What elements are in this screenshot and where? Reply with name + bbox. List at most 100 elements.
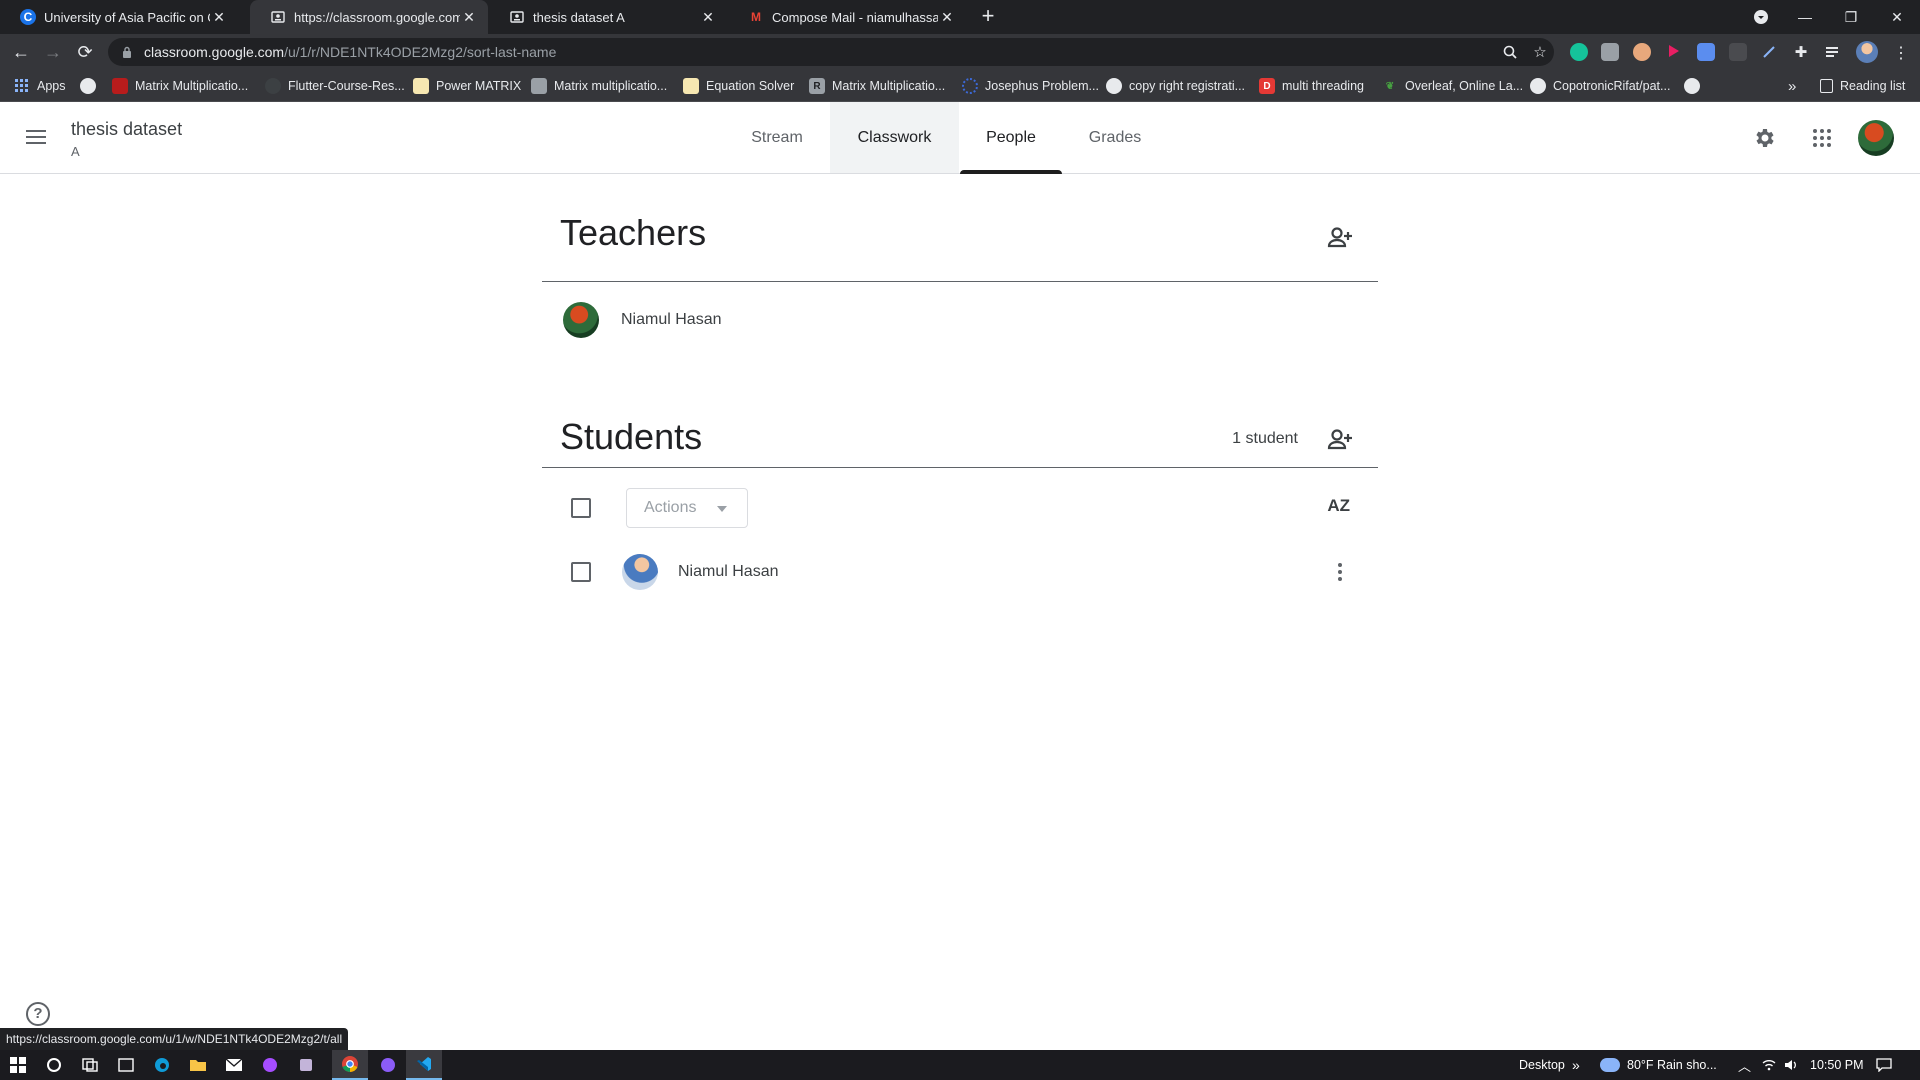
tab-compose-mail[interactable]: M Compose Mail - niamulhassan64 ✕	[728, 0, 966, 34]
zoom-icon[interactable]	[1496, 38, 1524, 66]
student-name: Niamul Hasan	[678, 563, 779, 580]
github-desktop-icon[interactable]	[370, 1050, 406, 1080]
settings-gear-icon[interactable]	[1751, 124, 1779, 152]
invite-student-icon[interactable]	[1326, 426, 1354, 454]
close-icon[interactable]: ✕	[938, 9, 956, 26]
students-header: Students 1 student	[542, 394, 1378, 468]
bookmark-star-icon[interactable]: ☆	[1526, 38, 1554, 66]
task-view-icon[interactable]	[72, 1050, 108, 1080]
messenger-icon[interactable]	[252, 1050, 288, 1080]
bookmark-matrix-mult-1[interactable]: Matrix Multiplicatio...	[112, 70, 248, 102]
tab-title: thesis dataset A	[533, 9, 625, 25]
student-row[interactable]: Niamul Hasan	[542, 544, 1378, 600]
bookmark-favicon-icon: D	[1259, 78, 1275, 94]
tab-stream[interactable]: Stream	[730, 102, 824, 173]
tab-classwork[interactable]: Classwork	[830, 102, 959, 173]
teacher-row[interactable]: Niamul Hasan	[542, 292, 1378, 348]
overleaf-leaf-icon: ❦	[1385, 80, 1395, 92]
bookmark-globe[interactable]	[80, 70, 103, 102]
reading-list-button[interactable]: Reading list	[1820, 70, 1905, 102]
back-arrow-icon[interactable]: ←	[8, 39, 34, 65]
media-queue-icon[interactable]	[1824, 43, 1842, 61]
pen-extension-icon[interactable]	[1760, 43, 1778, 61]
bookmark-apps[interactable]: Apps	[14, 70, 66, 102]
bookmark-matrix-mult-3[interactable]: R Matrix Multiplicatio...	[809, 70, 945, 102]
file-explorer-icon[interactable]	[180, 1050, 216, 1080]
address-bar[interactable]: classroom.google.com/u/1/r/NDE1NTk4ODE2M…	[108, 38, 1554, 66]
calculator-icon[interactable]	[108, 1050, 144, 1080]
class-name[interactable]: thesis dataset	[71, 119, 182, 140]
invite-teacher-icon[interactable]	[1326, 224, 1354, 252]
globe-icon	[1684, 78, 1700, 94]
actions-label: Actions	[644, 499, 697, 516]
bookmark-matrix-mult-2[interactable]: Matrix multiplicatio...	[531, 70, 667, 102]
tab-university[interactable]: C University of Asia Pacific on Cou ✕	[0, 0, 238, 34]
app-icon[interactable]	[288, 1050, 324, 1080]
screen-extension-icon[interactable]	[1729, 43, 1747, 61]
bookmark-josephus[interactable]: Josephus Problem...	[962, 70, 1099, 102]
tab-thesis-dataset[interactable]: thesis dataset A ✕	[489, 0, 727, 34]
student-count: 1 student	[1232, 430, 1298, 447]
edge-browser-icon[interactable]	[144, 1050, 180, 1080]
show-hidden-icons-chevron-icon[interactable]: ︿	[1738, 1050, 1751, 1080]
bookmarks-overflow-button[interactable]: »	[1788, 70, 1796, 102]
close-icon[interactable]: ✕	[460, 9, 478, 26]
camera-extension-icon[interactable]	[1601, 43, 1619, 61]
student-checkbox[interactable]	[571, 562, 591, 582]
url-path: /u/1/r/NDE1NTk4ODE2Mzg2/sort-last-name	[284, 44, 557, 60]
download-extension-icon[interactable]	[1697, 43, 1715, 61]
grammarly-extension-icon[interactable]	[1570, 43, 1588, 61]
puzzle-extensions-icon[interactable]: ✚	[1792, 43, 1810, 61]
close-window-button[interactable]: ✕	[1874, 0, 1920, 34]
volume-icon[interactable]	[1784, 1050, 1798, 1080]
account-avatar[interactable]	[1858, 120, 1894, 156]
network-wifi-icon[interactable]	[1762, 1050, 1776, 1080]
close-icon[interactable]: ✕	[210, 9, 228, 26]
bookmark-label: Apps	[37, 79, 66, 93]
bookmark-favicon-icon: R	[809, 78, 825, 94]
flag-extension-icon[interactable]	[1665, 43, 1683, 61]
desktop-toolbar-label[interactable]: Desktop	[1519, 1050, 1565, 1080]
bookmark-globe-2[interactable]	[1684, 70, 1707, 102]
new-tab-button[interactable]: +	[976, 5, 1000, 29]
actions-dropdown[interactable]: Actions	[626, 488, 748, 528]
google-apps-icon[interactable]	[1808, 124, 1836, 152]
close-icon[interactable]: ✕	[699, 9, 717, 26]
help-icon[interactable]: ?	[26, 1002, 50, 1026]
bookmark-copyright[interactable]: copy right registrati...	[1106, 70, 1245, 102]
bookmark-flutter-course[interactable]: Flutter-Course-Res...	[265, 70, 405, 102]
bookmark-overleaf[interactable]: ❦ Overleaf, Online La...	[1382, 70, 1523, 102]
more-options-icon[interactable]	[1338, 560, 1342, 584]
main-menu-icon[interactable]	[24, 126, 48, 150]
select-all-checkbox[interactable]	[571, 498, 591, 518]
notifications-icon[interactable]	[1876, 1050, 1892, 1080]
weather-widget[interactable]: 80°F Rain sho...	[1600, 1050, 1717, 1080]
extension-icon[interactable]	[1633, 43, 1651, 61]
minimize-button[interactable]: —	[1782, 0, 1828, 34]
desktop-toolbar-more[interactable]: »	[1572, 1050, 1580, 1080]
profile-avatar[interactable]	[1856, 41, 1878, 63]
bookmark-favicon-icon	[413, 78, 429, 94]
bookmark-equation-solver[interactable]: Equation Solver	[683, 70, 794, 102]
windows-start-icon[interactable]	[0, 1050, 36, 1080]
restore-button[interactable]: ❐	[1828, 0, 1874, 34]
bookmark-label: CopotronicRifat/pat...	[1553, 79, 1671, 93]
browser-menu-icon[interactable]: ⋮	[1892, 43, 1910, 62]
taskbar-clock[interactable]: 10:50 PM	[1810, 1050, 1864, 1080]
search-circle-icon[interactable]	[36, 1050, 72, 1080]
tab-classroom-people[interactable]: https://classroom.google.com/u/ ✕	[250, 0, 488, 34]
tab-grades[interactable]: Grades	[1068, 102, 1162, 173]
bookmark-power-matrix[interactable]: Power MATRIX	[413, 70, 521, 102]
forward-arrow-icon[interactable]: →	[40, 39, 66, 65]
chrome-taskbar-icon[interactable]	[332, 1050, 368, 1080]
mail-icon[interactable]	[216, 1050, 252, 1080]
bookmark-copotronic[interactable]: CopotronicRifat/pat...	[1530, 70, 1670, 102]
bookmark-multi-threading[interactable]: D multi threading	[1259, 70, 1364, 102]
tab-people[interactable]: People	[960, 102, 1062, 174]
bookmark-label: Overleaf, Online La...	[1405, 79, 1524, 93]
teachers-heading: Teachers	[560, 212, 707, 253]
vscode-icon[interactable]	[406, 1050, 442, 1080]
profile-menu-icon[interactable]	[1738, 0, 1784, 34]
reload-icon[interactable]: ⟳	[72, 39, 98, 65]
sort-az-icon[interactable]: AZ	[1327, 496, 1350, 516]
